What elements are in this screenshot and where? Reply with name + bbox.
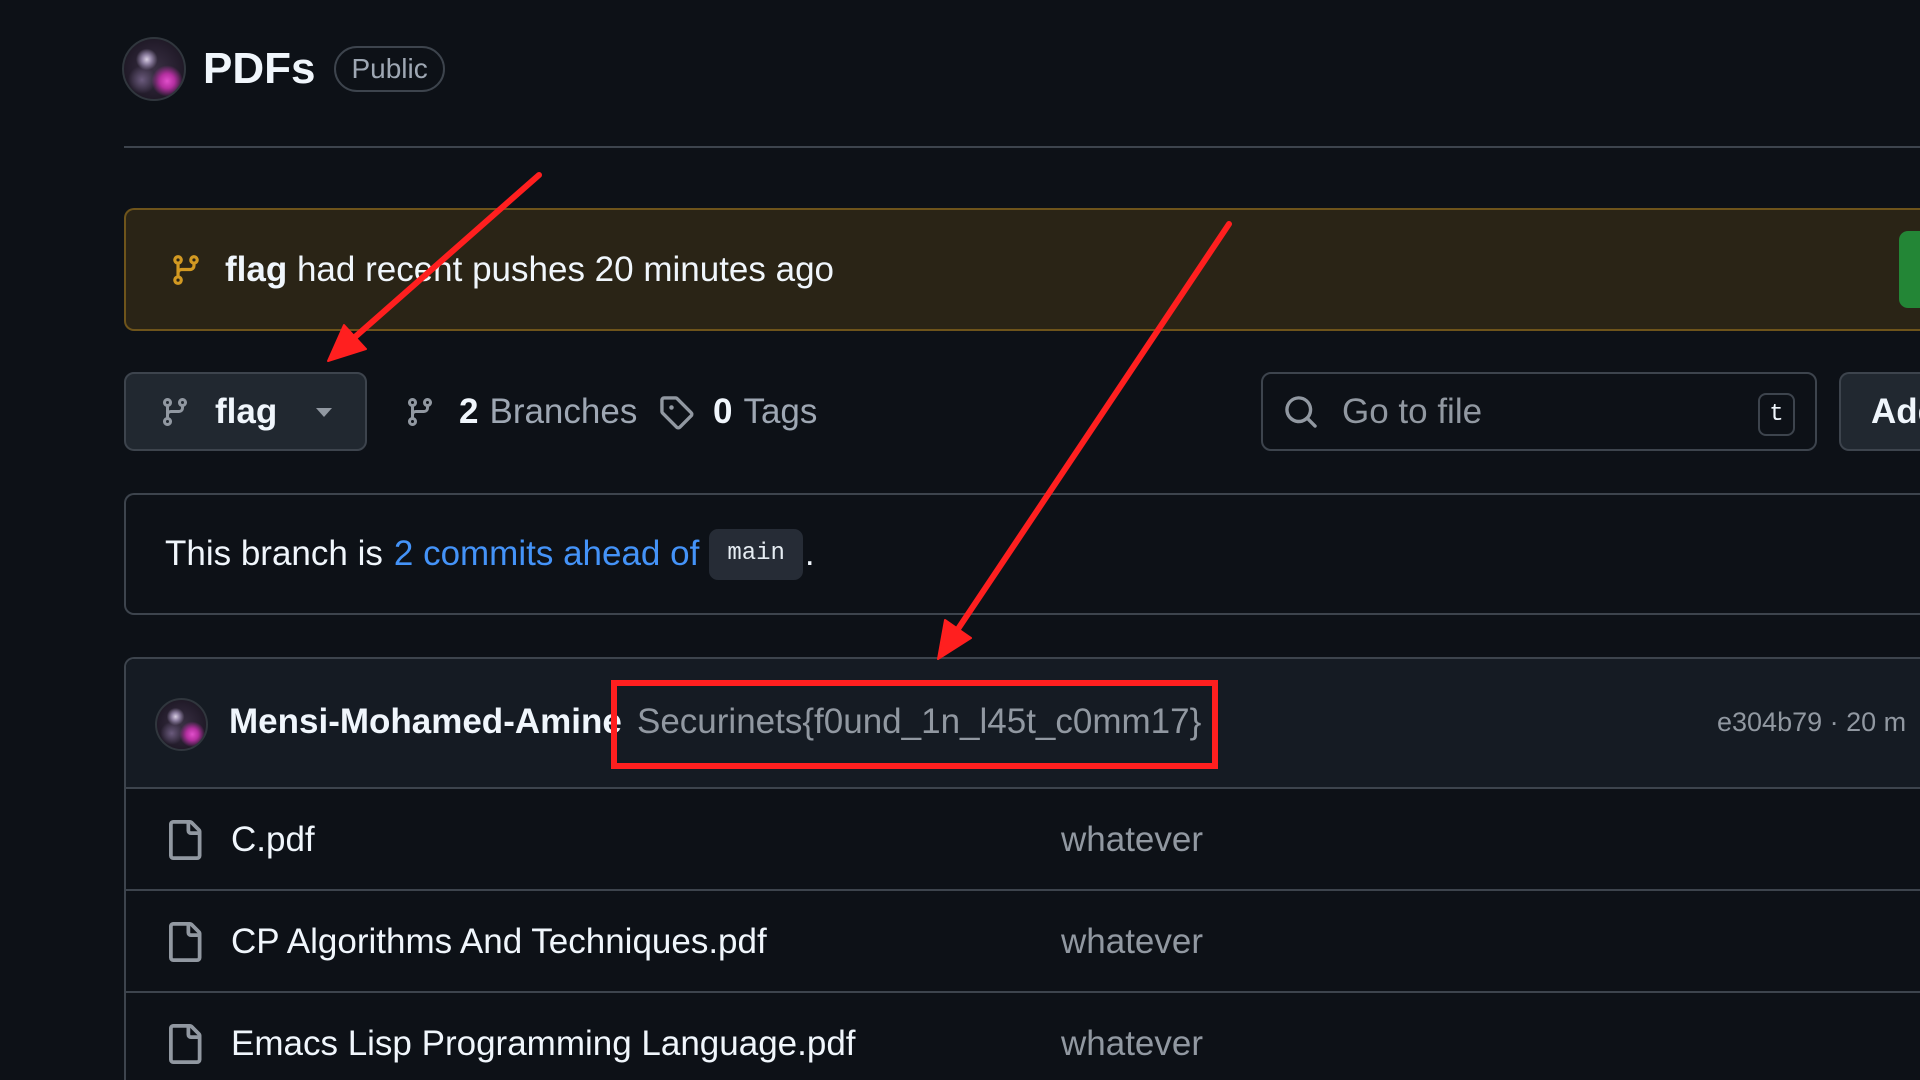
commits-ahead-link[interactable]: 2 commits ahead of [394, 534, 699, 574]
add-file-label: Add [1871, 391, 1920, 431]
file-icon [169, 922, 202, 962]
branch-status-suffix: . [804, 534, 815, 573]
caret-down-icon [316, 408, 332, 417]
file-name-link[interactable]: Emacs Lisp Programming Language.pdf [231, 1024, 856, 1064]
header-divider [124, 146, 1920, 148]
visibility-badge: Public [334, 46, 445, 92]
compare-pull-request-button[interactable] [1899, 231, 1920, 308]
search-shortcut-key: t [1758, 393, 1795, 436]
tags-link[interactable]: 0 Tags [658, 372, 817, 451]
file-table: Mensi-Mohamed-Amine Securinets{f0und_1n_… [124, 657, 1920, 1080]
git-branch-icon [162, 397, 187, 426]
branches-label: Branches [489, 391, 638, 431]
recent-push-branch[interactable]: flag [225, 250, 287, 289]
file-row[interactable]: C.pdf whatever [126, 789, 1920, 891]
repo-header: PDFs Public [122, 37, 445, 101]
branch-selector-label: flag [215, 391, 278, 431]
commit-author-link[interactable]: Mensi-Mohamed-Amine [229, 702, 622, 742]
file-name-link[interactable]: C.pdf [231, 820, 315, 860]
tag-icon [660, 395, 694, 429]
file-commit-message[interactable]: whatever [1061, 820, 1203, 860]
owner-avatar[interactable] [122, 37, 186, 101]
tags-label: Tags [743, 391, 818, 431]
branches-count: 2 [459, 391, 479, 431]
go-to-file-input[interactable] [1342, 386, 1732, 437]
branch-selector-button[interactable]: flag [124, 372, 367, 451]
repo-name[interactable]: PDFs [203, 43, 315, 95]
file-row[interactable]: Emacs Lisp Programming Language.pdf what… [126, 993, 1920, 1080]
tags-count: 0 [713, 391, 733, 431]
git-branch-icon [407, 397, 432, 426]
file-commit-message[interactable]: whatever [1061, 1024, 1203, 1064]
add-file-button[interactable]: Add [1839, 372, 1920, 451]
file-navigation: flag 2 Branches 0 Tags t Add [0, 372, 1920, 451]
recent-push-text: flag had recent pushes 20 minutes ago [225, 250, 834, 290]
file-commit-message[interactable]: whatever [1061, 922, 1203, 962]
branches-link[interactable]: 2 Branches [404, 372, 637, 451]
latest-commit-bar: Mensi-Mohamed-Amine Securinets{f0und_1n_… [126, 659, 1920, 789]
file-row[interactable]: CP Algorithms And Techniques.pdf whateve… [126, 891, 1920, 993]
branch-status-box: This branch is 2 commits ahead of main . [124, 493, 1920, 615]
recent-push-banner: flag had recent pushes 20 minutes ago [124, 208, 1920, 331]
search-icon [1285, 395, 1317, 428]
commit-message-link[interactable]: Securinets{f0und_1n_l45t_c0mm17} [637, 702, 1201, 742]
go-to-file-search: t [1261, 372, 1817, 451]
file-icon [169, 1024, 202, 1064]
author-avatar[interactable] [155, 698, 208, 751]
base-branch-label[interactable]: main [709, 528, 803, 580]
file-icon [169, 820, 202, 860]
branch-status-prefix: This branch is [165, 534, 383, 573]
recent-push-message: had recent pushes 20 minutes ago [296, 249, 834, 289]
git-branch-icon [173, 254, 199, 285]
commit-hash-and-time[interactable]: e304b79 · 20 m [1717, 706, 1906, 738]
file-name-link[interactable]: CP Algorithms And Techniques.pdf [231, 922, 767, 962]
